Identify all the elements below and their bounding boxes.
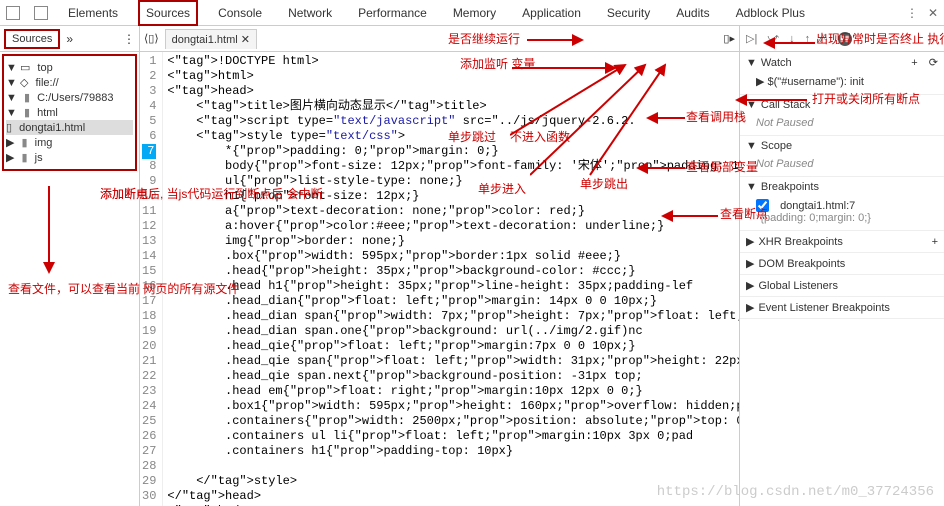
tab-audits[interactable]: Audits (670, 2, 715, 24)
scope-body: Not Paused (740, 156, 944, 176)
chevron-down-icon[interactable]: ▼ (746, 57, 757, 69)
watch-label[interactable]: Watch (761, 57, 792, 69)
add-watch-icon[interactable]: + (911, 57, 917, 69)
line-gutter[interactable]: 1234567891011121314151617181920212223242… (140, 52, 163, 506)
folder-icon: ▮ (22, 136, 28, 149)
more-icon[interactable]: ⋮ (906, 6, 918, 20)
pause-exceptions-icon[interactable]: ▮▮ (838, 32, 852, 46)
bp-file[interactable]: dongtai1.html:7 (780, 200, 855, 212)
folder-icon: ▮ (24, 106, 30, 119)
global-listeners-label[interactable]: Global Listeners (758, 280, 838, 292)
deactivate-bp-icon[interactable]: ⁄⁄◦ (820, 33, 828, 45)
dom-bp-label[interactable]: DOM Breakpoints (758, 258, 845, 270)
sources-sidebar: Sources » ⋮ ▼ ▭ top ▼ ◇ file:// ▼ ▮ C:/U… (0, 26, 140, 506)
file-icon: ▯ (6, 121, 12, 134)
nav-back-icon[interactable]: ⟨▯⟩ (144, 32, 159, 45)
sidebar-more-icon[interactable]: » (66, 32, 73, 46)
chevron-right-icon[interactable]: ▶ (746, 257, 754, 270)
sidebar-tab-sources[interactable]: Sources (4, 29, 60, 49)
code-area[interactable]: <"tag">!DOCTYPE html><"tag">html><"tag">… (163, 52, 739, 506)
tab-network[interactable]: Network (282, 2, 338, 24)
bp-checkbox[interactable] (756, 199, 769, 212)
callstack-label[interactable]: Call Stack (761, 99, 811, 111)
xhr-bp-label[interactable]: XHR Breakpoints (758, 236, 842, 248)
tab-memory[interactable]: Memory (447, 2, 502, 24)
chevron-right-icon[interactable]: ▶ (746, 235, 754, 248)
tab-adblock[interactable]: Adblock Plus (730, 2, 811, 24)
chevron-down-icon[interactable]: ▼ (746, 99, 757, 111)
refresh-watch-icon[interactable]: ⟳ (929, 56, 938, 69)
folder-icon: ▮ (22, 151, 28, 164)
chevron-down-icon[interactable]: ▼ (746, 181, 757, 193)
step-into-icon[interactable]: ↓ (789, 33, 795, 45)
tree-file[interactable]: dongtai1.html (19, 122, 85, 134)
watermark: https://blog.csdn.net/m0_37724356 (657, 484, 934, 500)
add-xhr-icon[interactable]: + (932, 236, 938, 248)
close-tab-icon[interactable]: ✕ (241, 34, 250, 46)
close-icon[interactable]: ✕ (928, 6, 938, 20)
file-tree: ▼ ▭ top ▼ ◇ file:// ▼ ▮ C:/Users/79883 ▼… (2, 54, 137, 171)
step-out-icon[interactable]: ↑ (805, 33, 811, 45)
devtools-tabbar: Elements Sources Console Network Perform… (0, 0, 944, 26)
watch-expression[interactable]: $("#username"): init (768, 76, 864, 88)
step-over-icon[interactable]: ⤻ (767, 32, 779, 45)
tree-origin[interactable]: file:// (35, 77, 58, 89)
resume-icon[interactable]: ▷| (746, 32, 757, 45)
tab-elements[interactable]: Elements (62, 2, 124, 24)
editor-tab-filename[interactable]: dongtai1.html (172, 34, 238, 46)
debugger-pane: ▷| ⤻ ↓ ↑ ⁄⁄◦ ▮▮ ▼ Watch + ⟳ ▶ $("#username… (740, 26, 944, 506)
folder-icon: ▮ (24, 91, 30, 104)
chevron-right-icon[interactable]: ▶ (746, 301, 754, 314)
tree-folder-html[interactable]: html (37, 107, 58, 119)
tab-console[interactable]: Console (212, 2, 268, 24)
tree-folder-img[interactable]: img (35, 137, 53, 149)
code-editor: ⟨▯⟩ dongtai1.html ✕ ▯▸ 12345678910111213… (140, 26, 740, 506)
breakpoints-label[interactable]: Breakpoints (761, 181, 819, 193)
chevron-right-icon[interactable]: ▶ (746, 279, 754, 292)
tab-security[interactable]: Security (601, 2, 656, 24)
tree-top[interactable]: top (37, 62, 52, 74)
chevron-down-icon[interactable]: ▼ (746, 140, 757, 152)
callstack-body: Not Paused (740, 115, 944, 135)
bp-code: *{padding: 0;margin: 0;} (756, 212, 938, 224)
tab-application[interactable]: Application (516, 2, 587, 24)
tree-path[interactable]: C:/Users/79883 (37, 92, 113, 104)
tab-sources[interactable]: Sources (138, 0, 198, 26)
tree-folder-js[interactable]: js (35, 152, 43, 164)
event-bp-label[interactable]: Event Listener Breakpoints (758, 302, 889, 314)
inspect-icon[interactable] (6, 6, 20, 20)
device-icon[interactable] (34, 6, 48, 20)
editor-more-icon[interactable]: ▯▸ (723, 32, 735, 45)
scope-label[interactable]: Scope (761, 140, 792, 152)
sidebar-menu-icon[interactable]: ⋮ (123, 32, 135, 46)
tab-performance[interactable]: Performance (352, 2, 433, 24)
